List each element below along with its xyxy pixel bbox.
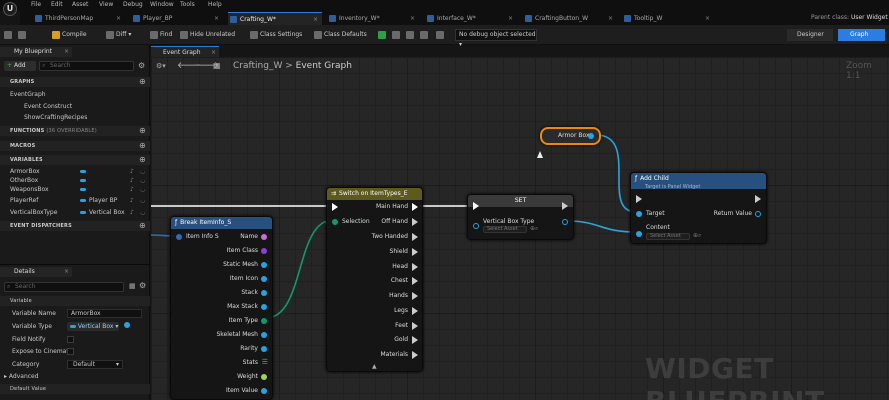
return-value-output-pin[interactable] <box>755 211 761 217</box>
break-output-label: Weight <box>237 373 258 380</box>
switch-icon: ⇉ <box>331 190 337 197</box>
break-output-label: Item Value <box>225 387 258 394</box>
main-hand-exec-pin[interactable] <box>412 203 418 211</box>
add-child-node[interactable]: ƒ Add Child Target is Panel Widget Target … <box>630 172 767 244</box>
selection-label: Selection <box>342 218 370 225</box>
add-child-exec-input-pin[interactable] <box>636 195 642 203</box>
item-class-output-pin[interactable] <box>261 248 267 254</box>
add-child-node-header: ƒ Add Child Target is Panel Widget <box>631 173 766 190</box>
browse-asset-icon[interactable]: ⊕⌕ <box>693 232 701 240</box>
stats-array-pin[interactable]: ☰ <box>262 358 268 366</box>
break-output-label: Static Mesh <box>223 261 258 268</box>
switch-output-label: Materials <box>380 351 408 358</box>
switch-node-header: ⇉ Switch on ItemTypes_E <box>327 188 422 200</box>
return-value-label: Return Value <box>713 210 752 217</box>
set-vertical-box-type-node[interactable]: SET Vertical Box Type Select Asset ⊕⌕ <box>467 194 574 240</box>
break-output-label: Item Class <box>226 247 258 254</box>
add-child-exec-output-pin[interactable] <box>755 195 761 203</box>
content-label: Content <box>646 224 670 231</box>
function-icon: ƒ <box>175 219 178 226</box>
break-output-label: Item Icon <box>229 275 258 282</box>
chest-exec-pin[interactable] <box>412 277 418 285</box>
switch-output-label: Gold <box>394 336 408 343</box>
off-hand-exec-pin[interactable] <box>412 218 418 226</box>
switch-output-label: Feet <box>395 322 408 329</box>
stack-output-pin[interactable] <box>261 290 267 296</box>
add-child-node-title: Add Child <box>640 175 669 182</box>
shield-exec-pin[interactable] <box>412 248 418 256</box>
browse-asset-icon[interactable]: ⊕⌕ <box>530 225 538 233</box>
collapse-pins-icon[interactable]: ▲ <box>372 363 377 370</box>
legs-exec-pin[interactable] <box>412 307 418 315</box>
static-mesh-output-pin[interactable] <box>261 262 267 268</box>
item-info-input-label: Item Info S <box>186 233 219 240</box>
enum-wire <box>265 219 334 319</box>
break-node-header: ƒ Break ItemInfo_S <box>171 217 272 229</box>
select-asset-label: Select Asset <box>487 226 518 232</box>
skeletal-mesh-output-pin[interactable] <box>261 332 267 338</box>
break-output-label: Name <box>240 233 258 240</box>
name-output-pin[interactable] <box>261 234 267 240</box>
select-asset-label: Select Asset <box>650 233 681 239</box>
item-type-output-pin[interactable] <box>261 318 267 324</box>
switch-output-label: Two Handed <box>371 233 408 240</box>
break-output-label: Max Stack <box>227 303 258 310</box>
add-child-node-subtitle: Target is Panel Widget <box>645 184 701 190</box>
item-icon-output-pin[interactable] <box>261 276 267 282</box>
break-output-label: Rarity <box>240 345 258 352</box>
set-output-pin[interactable] <box>562 219 568 225</box>
target-input-pin[interactable] <box>636 211 642 217</box>
set-exec-input-pin[interactable] <box>473 202 479 210</box>
break-output-label: Skeletal Mesh <box>216 331 258 338</box>
item-info-input-pin[interactable] <box>176 234 182 240</box>
switch-output-label: Shield <box>389 248 408 255</box>
break-output-label: Stack <box>241 289 258 296</box>
two-handed-exec-pin[interactable] <box>412 233 418 241</box>
armor-box-label: Armor Box <box>558 132 590 139</box>
switch-exec-input-pin[interactable] <box>332 203 338 211</box>
switch-node-title: Switch on ItemTypes_E <box>339 190 408 197</box>
content-object-wire <box>566 220 637 233</box>
selection-input-pin[interactable] <box>332 219 338 225</box>
armor-box-getter-node[interactable]: Armor Box <box>540 127 601 145</box>
switch-output-label: Head <box>392 263 408 270</box>
gold-exec-pin[interactable] <box>412 336 418 344</box>
set-node-title: SET <box>514 197 527 204</box>
weight-output-pin[interactable] <box>261 374 267 380</box>
break-output-label: Item Type <box>228 317 258 324</box>
add-child-select-asset-dropdown[interactable]: Select Asset <box>646 233 690 240</box>
target-label: Target <box>646 210 665 217</box>
max-stack-output-pin[interactable] <box>261 304 267 310</box>
content-input-pin[interactable] <box>636 231 642 237</box>
armor-box-output-pin[interactable] <box>588 133 594 139</box>
switch-output-label: Legs <box>394 307 408 314</box>
feet-exec-pin[interactable] <box>412 322 418 330</box>
vertical-box-type-input-pin[interactable] <box>473 223 479 229</box>
head-exec-pin[interactable] <box>412 263 418 271</box>
switch-output-label: Main Hand <box>375 203 408 210</box>
switch-on-itemtypes-node[interactable]: ⇉ Switch on ItemTypes_E Selection Main Ha… <box>326 187 423 372</box>
rarity-output-pin[interactable] <box>261 346 267 352</box>
set-select-asset-dropdown[interactable]: Select Asset <box>483 226 527 233</box>
switch-output-label: Chest <box>390 277 408 284</box>
function-icon: ƒ <box>635 175 638 182</box>
mouse-cursor-icon <box>537 151 543 158</box>
break-output-label: Stats <box>242 359 258 366</box>
set-exec-output-pin[interactable] <box>562 202 568 210</box>
break-iteminfo-node[interactable]: ƒ Break ItemInfo_S Item Info S Name Item … <box>170 216 273 400</box>
item-value-output-pin[interactable] <box>261 388 267 394</box>
set-node-header: SET <box>468 195 573 207</box>
materials-exec-pin[interactable] <box>412 351 418 359</box>
break-node-title: Break ItemInfo_S <box>180 219 232 226</box>
vertical-box-type-label: Vertical Box Type <box>483 218 535 225</box>
hands-exec-pin[interactable] <box>412 292 418 300</box>
switch-output-label: Off Hand <box>381 218 408 225</box>
switch-output-label: Hands <box>389 292 408 299</box>
